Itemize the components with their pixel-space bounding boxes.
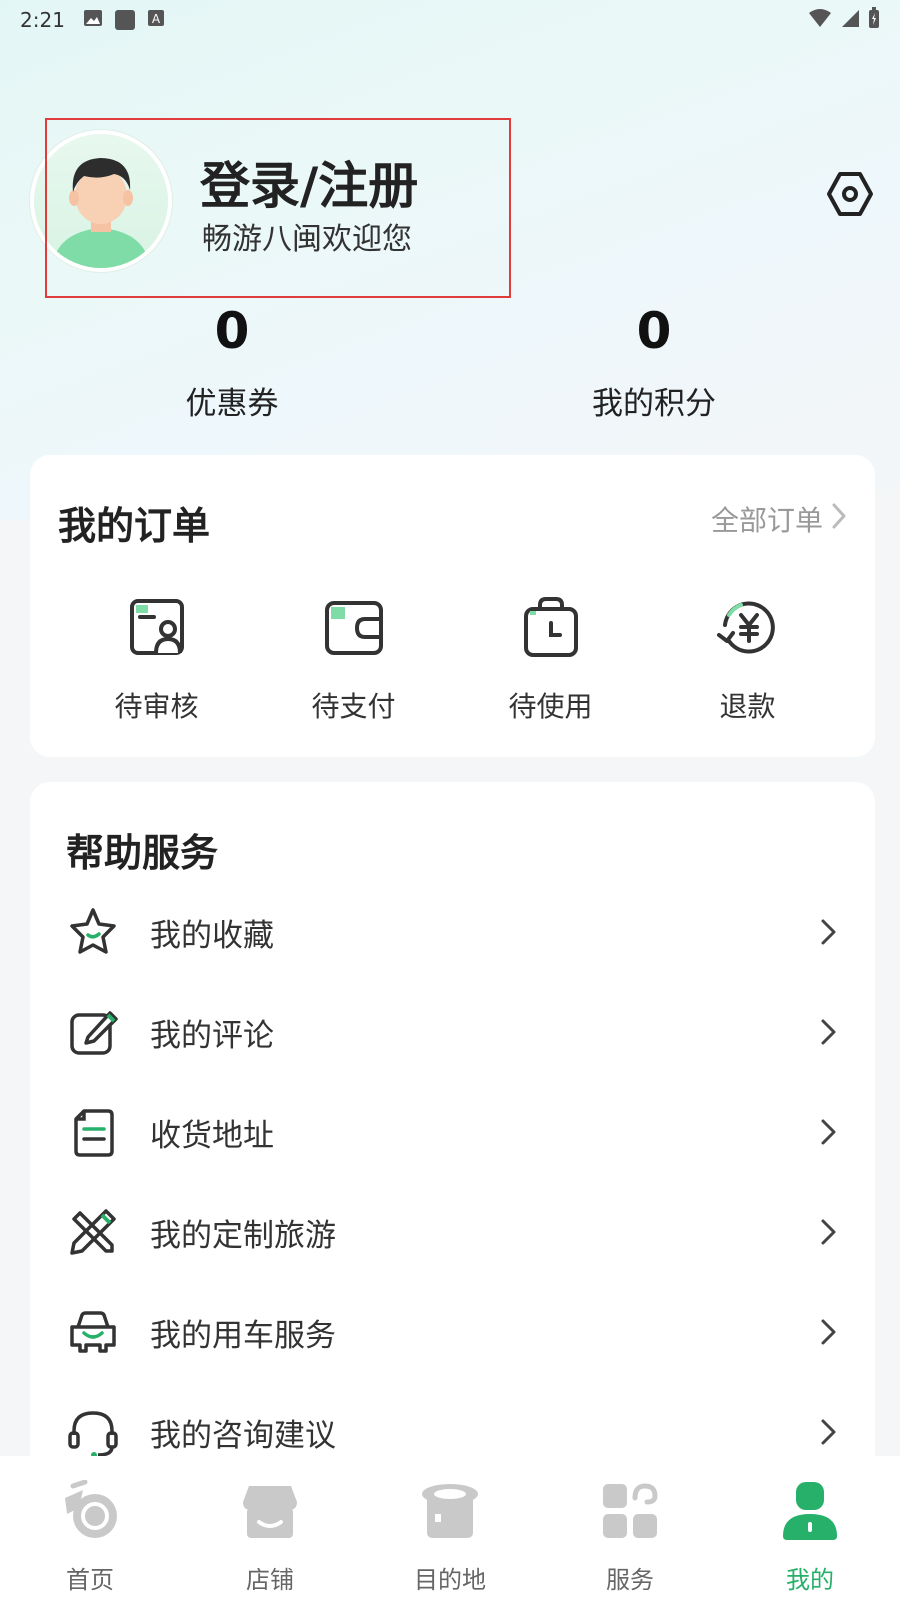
my-orders-title: 我的订单	[58, 504, 211, 548]
welcome-text: 畅游八闽欢迎您	[202, 222, 412, 257]
tab-destination[interactable]: 目的地	[360, 1456, 540, 1600]
address-icon	[74, 1109, 114, 1157]
order-pending-review[interactable]: 待审核	[58, 595, 255, 725]
order-pending-payment[interactable]: 待支付	[255, 595, 452, 725]
bottom-tab-bar: 首页 店铺 目的地 服务 我的	[0, 1456, 900, 1600]
order-label: 退款	[719, 690, 776, 723]
shop-icon	[243, 1486, 297, 1538]
chevron-right-icon	[821, 1119, 836, 1145]
settings-icon[interactable]	[824, 168, 876, 220]
edit-icon	[70, 1011, 118, 1055]
chevron-right-icon	[821, 1419, 836, 1445]
tab-label: 店铺	[246, 1566, 294, 1594]
tab-label: 我的	[786, 1566, 834, 1594]
order-refund[interactable]: 退款	[649, 595, 846, 725]
signal-icon	[840, 8, 860, 33]
tab-label: 首页	[66, 1566, 114, 1594]
refund-icon	[716, 601, 775, 654]
car-icon	[70, 1311, 116, 1353]
tab-label: 服务	[606, 1566, 654, 1594]
image-icon	[83, 8, 103, 32]
order-label: 待使用	[508, 690, 593, 723]
custom-tour-icon	[70, 1209, 116, 1255]
all-orders-link[interactable]: 全部订单	[711, 499, 847, 539]
chevron-right-icon	[821, 1219, 836, 1245]
wallet-icon	[324, 601, 383, 655]
points-count: 0	[636, 302, 672, 360]
help-item-favorites[interactable]: 我的收藏	[30, 882, 875, 982]
login-register-title[interactable]: 登录/注册	[200, 146, 418, 218]
help-item-label: 我的咨询建议	[150, 1417, 336, 1454]
my-orders-card: 我的订单 全部订单 待审核 待支付 待使用 退款	[30, 455, 875, 757]
profile-icon	[783, 1482, 837, 1540]
help-item-label: 我的用车服务	[150, 1317, 336, 1354]
coupon-label: 优惠券	[185, 386, 279, 422]
status-bar: 2:21 A	[0, 0, 900, 40]
help-services-title: 帮助服务	[66, 831, 219, 875]
tab-shop[interactable]: 店铺	[180, 1456, 360, 1600]
help-item-address[interactable]: 收货地址	[30, 1082, 875, 1182]
order-label: 待审核	[114, 690, 199, 723]
tab-label: 目的地	[414, 1566, 486, 1594]
destination-icon	[422, 1484, 478, 1538]
help-item-comments[interactable]: 我的评论	[30, 982, 875, 1082]
tab-home[interactable]: 首页	[0, 1456, 180, 1600]
home-icon	[65, 1480, 117, 1538]
a-icon: A	[147, 8, 165, 32]
service-icon	[603, 1483, 658, 1538]
app-icon	[114, 10, 135, 30]
help-item-car-service[interactable]: 我的用车服务	[30, 1282, 875, 1382]
ticket-clock-icon	[523, 597, 578, 657]
help-item-custom-tour[interactable]: 我的定制旅游	[30, 1182, 875, 1282]
help-item-label: 我的评论	[150, 1017, 274, 1054]
star-icon	[70, 908, 116, 954]
battery-icon	[868, 6, 880, 34]
help-item-label: 我的定制旅游	[150, 1217, 336, 1254]
order-label: 待支付	[311, 690, 396, 723]
notification-icons: A	[83, 8, 165, 32]
help-item-label: 我的收藏	[150, 917, 274, 954]
headset-icon	[68, 1411, 118, 1458]
wifi-icon	[808, 8, 832, 33]
review-icon	[129, 599, 184, 655]
all-orders-label: 全部订单	[710, 504, 823, 537]
chevron-right-icon	[821, 1019, 836, 1045]
svg-text:A: A	[152, 12, 161, 26]
tab-mine[interactable]: 我的	[720, 1456, 900, 1600]
order-to-use[interactable]: 待使用	[452, 595, 649, 725]
chevron-right-icon	[821, 919, 836, 945]
points-label: 我的积分	[592, 386, 716, 422]
help-item-label: 收货地址	[150, 1117, 274, 1154]
chevron-right-icon	[831, 502, 847, 537]
tab-service[interactable]: 服务	[540, 1456, 720, 1600]
status-time: 2:21	[20, 8, 65, 32]
coupon-count: 0	[214, 302, 250, 360]
points-stat[interactable]: 0 我的积分	[554, 306, 754, 423]
chevron-right-icon	[821, 1319, 836, 1345]
coupon-stat[interactable]: 0 优惠券	[132, 306, 332, 423]
